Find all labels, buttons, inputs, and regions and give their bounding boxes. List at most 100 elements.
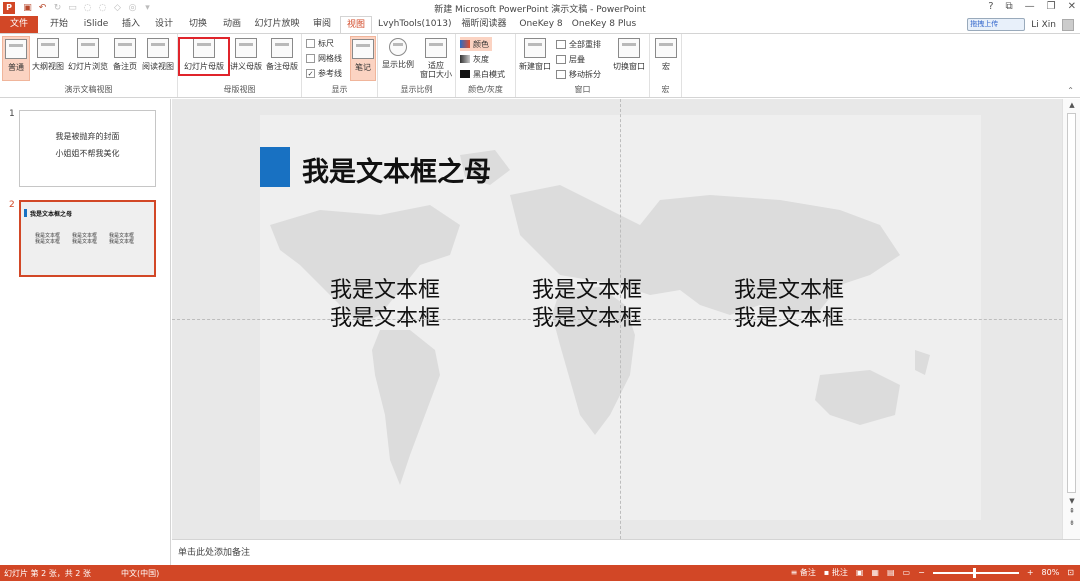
tab-transitions[interactable]: 切换 [184,16,212,33]
help-icon[interactable]: ? [988,1,993,12]
normal-view-status-icon[interactable]: ▣ [856,568,864,577]
reading-view-status-icon[interactable]: ▤ [887,568,895,577]
maximize-icon[interactable]: ❐ [1047,1,1056,12]
text-box-2[interactable]: 我是文本框 我是文本框 [532,277,642,333]
guides-checkbox[interactable]: ✓ 参考线 [306,66,342,80]
thumbnail-text: 我是被抛弃的封面 [55,132,120,141]
tab-onekey8plus[interactable]: OneKey 8 Plus [570,16,638,33]
gridlines-checkbox[interactable]: 网格线 [306,51,342,65]
tab-home[interactable]: 开始 [44,16,74,33]
tab-animations[interactable]: 动画 [218,16,246,33]
tab-review[interactable]: 审阅 [308,16,336,33]
fit-slide-icon[interactable]: ⊡ [1067,568,1074,577]
notes-page-button[interactable]: 备注页 [111,36,139,81]
handout-master-icon [235,38,257,58]
tab-file[interactable]: 文件 [0,16,38,33]
baidu-upload-button[interactable]: 拖拽上传 [967,18,1026,31]
grayscale-swatch-icon [460,55,470,63]
thumbnail-number: 2 [9,200,15,210]
checkbox-icon [306,38,315,48]
checkbox-checked-icon: ✓ [306,68,315,78]
scroll-up-icon[interactable]: ▲ [1063,101,1080,109]
group-label: 显示 [331,85,348,94]
normal-view-button[interactable]: 普通 [2,36,30,81]
zoom-button[interactable]: 显示比例 [380,36,416,81]
highlight-annotation [178,37,230,76]
notes-icon [352,39,374,59]
previous-slide-icon[interactable]: ⇞ [1063,507,1080,515]
reading-view-button[interactable]: 阅读视图 [140,36,176,81]
magnifier-icon [389,38,407,56]
tab-foxit[interactable]: 福昕阅读器 [456,16,512,33]
title-accent-bar [260,147,290,187]
language-indicator[interactable]: 中文(中国) [121,568,159,579]
tab-slideshow[interactable]: 幻灯片放映 [252,16,302,33]
color-button[interactable]: 颜色 [460,37,492,51]
text-box-1[interactable]: 我是文本框 我是文本框 [330,277,440,333]
close-icon[interactable]: ✕ [1068,1,1076,12]
tab-insert[interactable]: 插入 [118,16,144,33]
tab-view[interactable]: 视图 [340,16,372,33]
slide-title[interactable]: 我是文本框之母 [302,150,491,189]
group-window: 新建窗口 全部重排 层叠 移动拆分 切换窗口 窗口 [516,34,650,97]
checkbox-icon [306,53,315,63]
notes-placeholder: 单击此处添加备注 [178,548,251,558]
status-bar: 幻灯片 第 2 张，共 2 张 中文(中国) ≡ 备注 ▪ 批注 ▣ ▦ ▤ ▭… [0,565,1080,581]
ruler-checkbox[interactable]: 标尺 [306,36,334,50]
tab-lvyhtools[interactable]: LvyhTools(1013) [378,16,451,33]
slide-sorter-button[interactable]: 幻灯片浏览 [66,36,110,81]
minimize-icon[interactable]: — [1025,1,1035,12]
arrange-all-button[interactable]: 全部重排 [556,37,601,51]
cascade-icon [556,54,566,64]
slide-thumbnail-pane: 1 我是被抛弃的封面 小姐姐不帮我美化 2 我是文本框之母 我是文本框 我是文本框… [0,99,171,565]
outline-view-button[interactable]: 大纲视图 [31,36,65,81]
grayscale-button[interactable]: 灰度 [460,52,489,66]
group-zoom: 显示比例 适应 窗口大小 显示比例 [378,34,456,97]
zoom-level[interactable]: 80% [1042,568,1060,577]
new-window-button[interactable]: 新建窗口 [518,36,552,81]
group-macros: 宏 宏 [650,34,682,97]
new-window-icon [524,38,546,58]
notes-toggle-button[interactable]: 笔记 [350,36,376,81]
move-split-icon [556,69,566,79]
scroll-down-icon[interactable]: ▼ [1063,497,1080,505]
ribbon-display-icon[interactable]: ⧉ [1006,1,1013,12]
switch-windows-button[interactable]: 切换窗口 [610,36,648,81]
thumbnail-text: 我是文本框 我是文本框 [72,233,98,245]
slideshow-status-icon[interactable]: ▭ [903,568,911,577]
thumbnail-text: 我是文本框 我是文本框 [35,233,61,245]
notes-status-button[interactable]: ≡ 备注 [791,567,816,578]
tab-onekey8[interactable]: OneKey 8 [518,16,564,33]
zoom-in-icon[interactable]: + [1027,568,1034,577]
slide-sorter-status-icon[interactable]: ▦ [871,568,879,577]
fit-to-window-button[interactable]: 适应 窗口大小 [418,36,454,81]
vertical-scrollbar[interactable]: ▲ ▼ ⇞ ⇟ [1062,99,1080,539]
avatar[interactable] [1062,18,1074,31]
text-box-3[interactable]: 我是文本框 我是文本框 [734,277,844,333]
macros-button[interactable]: 宏 [653,36,679,81]
collapse-ribbon-icon[interactable]: ⌃ [1067,86,1074,95]
scrollbar-thumb[interactable] [1067,113,1076,493]
group-label: 宏 [661,85,670,94]
cascade-button[interactable]: 层叠 [556,52,585,66]
thumbnail-accent-bar [24,209,27,217]
black-white-button[interactable]: 黑白模式 [460,67,505,81]
tab-islide[interactable]: iSlide [80,16,112,33]
comments-status-button[interactable]: ▪ 批注 [824,567,848,578]
zoom-out-icon[interactable]: − [918,568,925,577]
group-label: 颜色/灰度 [468,85,503,94]
fit-window-icon [425,38,447,58]
notes-master-button[interactable]: 备注母版 [264,36,300,81]
ribbon: 普通 大纲视图 幻灯片浏览 备注页 阅读视图 演示文稿视图 幻灯片母版 讲义母版 [0,33,1080,98]
move-split-button[interactable]: 移动拆分 [556,67,601,81]
handout-master-button[interactable]: 讲义母版 [229,36,263,81]
tab-design[interactable]: 设计 [150,16,178,33]
slide-thumbnail-2[interactable]: 我是文本框之母 我是文本框 我是文本框 我是文本框 我是文本框 我是文本框 我是文本框 [19,200,156,277]
zoom-slider[interactable] [932,567,1019,578]
next-slide-icon[interactable]: ⇟ [1063,519,1080,527]
horizontal-guide[interactable] [172,319,1062,320]
notes-pane[interactable]: 单击此处添加备注 [172,539,1080,565]
switch-windows-icon [618,38,640,58]
slide-thumbnail-1[interactable]: 我是被抛弃的封面 小姐姐不帮我美化 [19,110,156,187]
user-name[interactable]: Li Xin [1031,20,1056,30]
